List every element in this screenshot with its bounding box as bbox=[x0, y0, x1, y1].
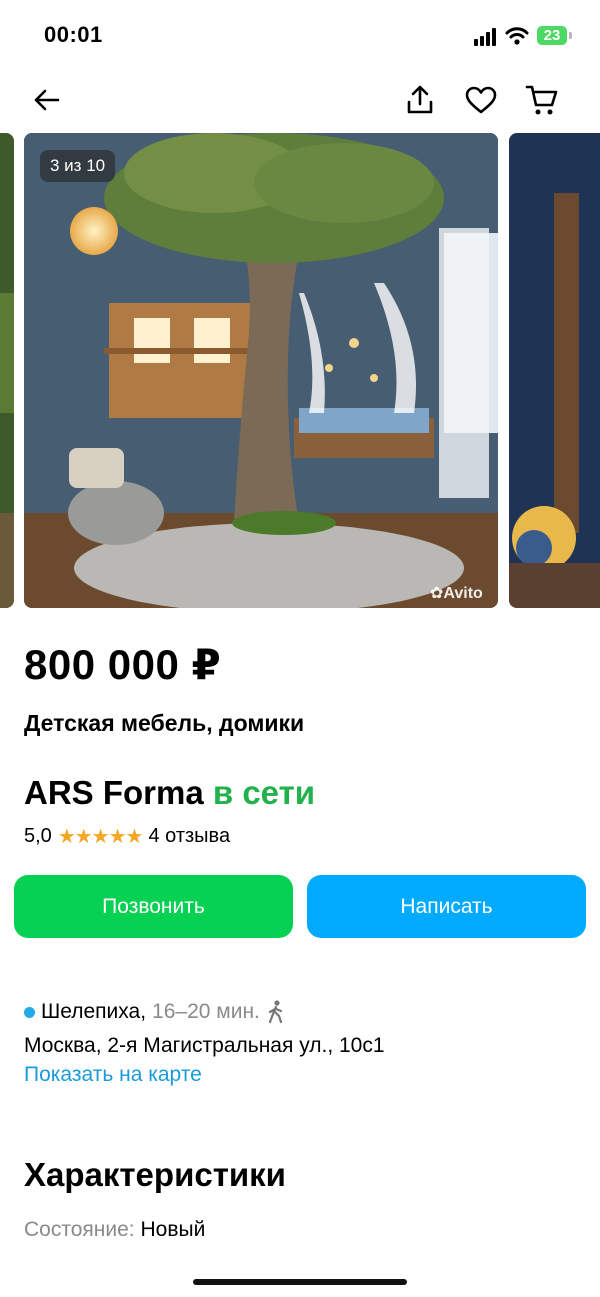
metro-name: Шелепиха, bbox=[41, 1000, 147, 1023]
spec-label: Состояние: bbox=[24, 1218, 135, 1241]
main-photo[interactable] bbox=[24, 133, 498, 608]
seller-name[interactable]: ARS Forma bbox=[24, 774, 204, 811]
walk-time: 16–20 мин. bbox=[152, 1000, 260, 1023]
watermark-text: Avito bbox=[443, 585, 483, 602]
walking-icon bbox=[268, 1000, 282, 1024]
reviews-count: 4 отзыва bbox=[148, 825, 231, 847]
online-status: в сети bbox=[212, 774, 316, 811]
share-button[interactable] bbox=[402, 82, 438, 118]
battery-indicator: 23 bbox=[537, 26, 567, 45]
previous-photo[interactable] bbox=[0, 133, 14, 608]
price: 800 000 ₽ bbox=[24, 641, 222, 688]
favorite-button[interactable] bbox=[463, 82, 499, 118]
battery-tip bbox=[569, 32, 572, 39]
share-icon bbox=[407, 85, 433, 114]
photo-preview-image bbox=[0, 133, 14, 608]
seller-rating[interactable]: 5,0 ★★★★★ 4 отзыва bbox=[24, 824, 230, 849]
metro-station: Шелепиха, 16–20 мин. bbox=[24, 1000, 286, 1024]
metro-line-icon bbox=[24, 1006, 35, 1018]
cart-icon bbox=[525, 85, 558, 115]
next-photo[interactable] bbox=[509, 133, 600, 608]
listing-title: Детская мебель, домики bbox=[24, 710, 305, 736]
rating-stars-icon: ★★★★★ bbox=[57, 826, 144, 848]
seller-line: ARS Forma в сети bbox=[24, 774, 315, 812]
spec-value: Новый bbox=[140, 1218, 206, 1241]
write-button[interactable]: Написать bbox=[307, 875, 586, 938]
show-on-map-link[interactable]: Показать на карте bbox=[24, 1063, 202, 1087]
call-button[interactable]: Позвонить bbox=[14, 875, 293, 938]
watermark-logo: ✿Avito bbox=[430, 583, 483, 603]
rating-value: 5,0 bbox=[24, 825, 52, 847]
watermark-icon: ✿ bbox=[430, 585, 444, 602]
cart-button[interactable] bbox=[524, 82, 560, 118]
characteristics-heading: Характеристики bbox=[24, 1156, 286, 1193]
home-indicator[interactable] bbox=[193, 1279, 407, 1285]
wifi-icon bbox=[505, 27, 529, 45]
treehouse-bedroom-image bbox=[24, 133, 498, 608]
signal-icon bbox=[474, 28, 496, 46]
spec-condition: Состояние: Новый bbox=[24, 1218, 205, 1242]
address: Москва, 2-я Магистральная ул., 10с1 bbox=[24, 1034, 385, 1057]
photo-preview-image bbox=[509, 133, 600, 608]
status-time: 00:01 bbox=[44, 22, 103, 47]
photo-counter: 3 из 10 bbox=[40, 150, 116, 182]
heart-icon bbox=[465, 86, 497, 114]
back-button[interactable] bbox=[28, 82, 64, 118]
arrow-left-icon bbox=[34, 89, 60, 111]
